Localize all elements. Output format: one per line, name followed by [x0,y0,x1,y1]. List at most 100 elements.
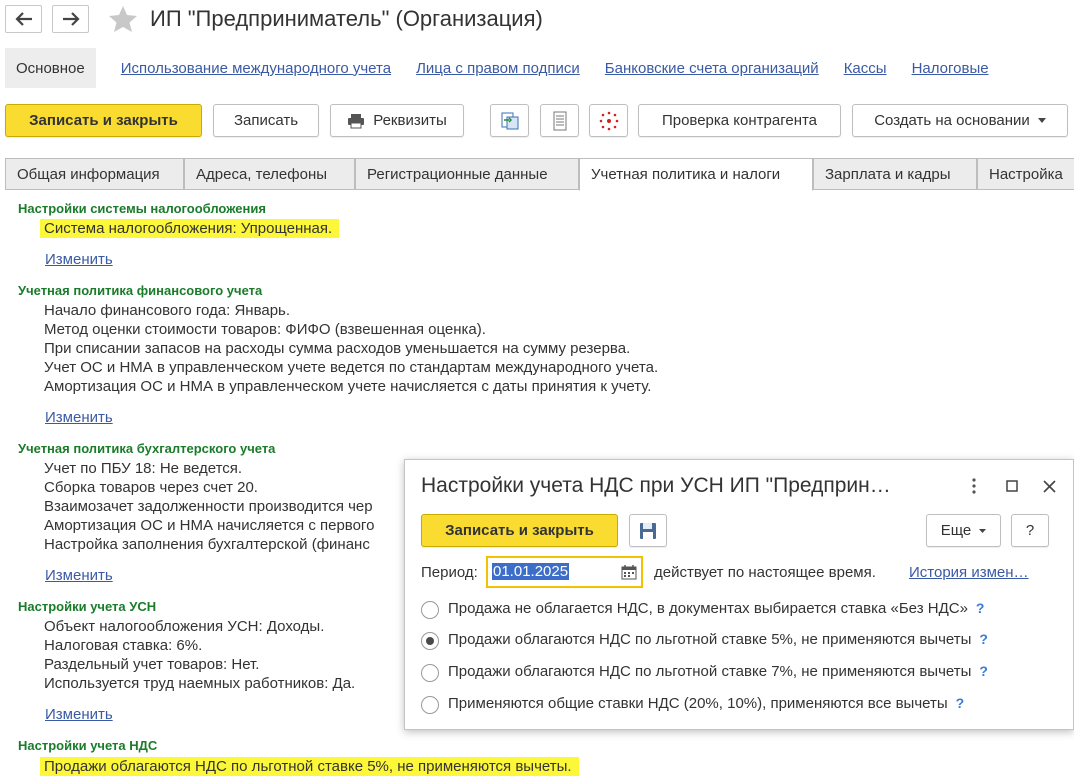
vat-option-text: Применяются общие ставки НДС (20%, 10%),… [448,695,948,712]
help-icon[interactable]: ? [976,600,985,616]
create-based-on-label: Создать на основании [874,112,1030,129]
accounting-policy-line: Настройка заполнения бухгалтерской (фина… [44,536,370,553]
check-counterparty-button[interactable]: Проверка контрагента [638,104,841,137]
help-icon[interactable]: ? [979,631,988,647]
tab-bar: Общая информация Адреса, телефоны Регист… [5,158,1074,191]
section-title-financial-policy: Учетная политика финансового учета [18,283,263,298]
document-structure-icon [501,112,518,129]
nav-link-cashboxes[interactable]: Кассы [844,60,887,77]
nav-link-taxes[interactable]: Налоговые [912,60,989,77]
nav-link-signatories[interactable]: Лица с правом подписи [416,60,580,77]
vat-option-radio[interactable] [421,632,439,650]
section-title-usn: Настройки учета УСН [18,599,157,614]
change-link-accounting-policy[interactable]: Изменить [45,567,113,584]
network-icon [599,111,618,130]
more-vertical-icon [972,478,976,494]
vat-option-label[interactable]: Продажа не облагается НДС, в документах … [448,600,984,617]
vat-option-radio[interactable] [421,696,439,714]
change-link-usn[interactable]: Изменить [45,706,113,723]
help-icon[interactable]: ? [956,695,965,711]
dialog-maximize-button[interactable] [1002,476,1022,496]
dialog-save-button[interactable] [629,514,667,547]
vat-option-label[interactable]: Продажи облагаются НДС по льготной ставк… [448,631,988,648]
financial-policy-line: Амортизация ОС и НМА в управленческом уч… [44,378,652,395]
usn-line: Раздельный учет товаров: Нет. [44,656,260,673]
usn-line: Налоговая ставка: 6%. [44,637,203,654]
nav-main[interactable]: Основное [5,48,96,88]
tab-registration[interactable]: Регистрационные данные [355,158,579,190]
list-button[interactable] [540,104,579,137]
links-button[interactable] [589,104,628,137]
maximize-icon [1006,480,1018,492]
dialog-title: Настройки учета НДС при УСН ИП "Предприн… [421,474,891,497]
chevron-down-icon [1037,118,1046,123]
save-close-button[interactable]: Записать и закрыть [5,104,202,137]
printer-icon [348,113,365,128]
tax-system-line: Система налогообложения: Упрощенная. [40,219,340,238]
vat-line: Продажи облагаются НДС по льготной ставк… [40,757,579,776]
star-icon[interactable] [108,5,138,33]
title-bar: ИП "Предприниматель" (Организация) [0,0,1074,40]
nav-link-bank-accounts[interactable]: Банковские счета организаций [605,60,819,77]
chevron-down-icon [979,528,987,533]
financial-policy-line: Учет ОС и НМА в управленческом учете вед… [44,359,659,376]
period-value: 01.01.2025 [492,563,570,580]
accounting-policy-line: Взаимозачет задолженности производится ч… [44,498,373,515]
accounting-policy-line: Сборка товаров через счет 20. [44,479,258,496]
window-title: ИП "Предприниматель" (Организация) [150,6,543,31]
dialog-menu-button[interactable] [964,476,984,496]
vat-option-text: Продажа не облагается НДС, в документах … [448,600,968,617]
calendar-icon[interactable] [621,564,637,580]
more-label: Еще [940,522,972,539]
close-icon [1042,479,1056,493]
accounting-policy-line: Амортизация ОС и НМА начисляется с перво… [44,517,375,534]
tab-accounting-policy[interactable]: Учетная политика и налоги [579,158,813,191]
change-link-tax-system[interactable]: Изменить [45,251,113,268]
financial-policy-line: Начало финансового года: Январь. [44,302,291,319]
section-title-tax-system: Настройки системы налогообложения [18,201,266,216]
vat-value: Продажи облагаются НДС по льготной ставк… [40,757,579,776]
arrow-left-icon [14,12,32,26]
usn-line: Объект налогообложения УСН: Доходы. [44,618,325,635]
dialog-save-close-button[interactable]: Записать и закрыть [421,514,618,547]
help-icon[interactable]: ? [979,663,988,679]
usn-line: Используется труд наемных работников: Да… [44,675,356,692]
accounting-policy-line: Учет по ПБУ 18: Не ведется. [44,460,243,477]
history-link[interactable]: История измен… [909,564,1029,581]
vat-option-text: Продажи облагаются НДС по льготной ставк… [448,663,972,680]
top-nav: Основное Использование международного уч… [5,48,1074,88]
dialog-close-button[interactable] [1039,476,1059,496]
save-button[interactable]: Записать [213,104,319,137]
tab-general[interactable]: Общая информация [5,158,184,190]
create-based-on-button[interactable]: Создать на основании [852,104,1068,137]
vat-option-label[interactable]: Применяются общие ставки НДС (20%, 10%),… [448,695,964,712]
period-input[interactable]: 01.01.2025 [486,556,643,588]
vat-option-radio[interactable] [421,601,439,619]
dialog-help-button[interactable]: ? [1011,514,1049,547]
period-label: Период: [421,564,478,581]
vat-option-text: Продажи облагаются НДС по льготной ставк… [448,631,972,648]
back-button[interactable] [5,5,42,33]
tax-system-value: Система налогообложения: Упрощенная. [40,219,340,238]
change-link-financial-policy[interactable]: Изменить [45,409,113,426]
structure-button[interactable] [490,104,529,137]
vat-settings-dialog: Настройки учета НДС при УСН ИП "Предприн… [404,459,1074,730]
forward-button[interactable] [52,5,89,33]
arrow-right-icon [62,12,80,26]
financial-policy-line: При списании запасов на расходы сумма ра… [44,340,631,357]
vat-option-label[interactable]: Продажи облагаются НДС по льготной ставк… [448,663,988,680]
section-title-accounting-policy: Учетная политика бухгалтерского учета [18,441,276,456]
section-title-vat: Настройки учета НДС [18,738,158,753]
vat-option-radio[interactable] [421,664,439,682]
tab-addresses[interactable]: Адреса, телефоны [184,158,355,190]
nav-link-international[interactable]: Использование международного учета [121,60,391,77]
tab-payroll[interactable]: Зарплата и кадры [813,158,977,190]
requisites-button[interactable]: Реквизиты [330,104,464,137]
requisites-label: Реквизиты [373,112,447,129]
floppy-disk-icon [640,522,656,539]
period-note: действует по настоящее время. [654,564,876,581]
financial-policy-line: Метод оценки стоимости товаров: ФИФО (вз… [44,321,486,338]
list-icon [553,111,566,130]
tab-settings[interactable]: Настройка [977,158,1074,190]
dialog-more-button[interactable]: Еще [926,514,1001,547]
